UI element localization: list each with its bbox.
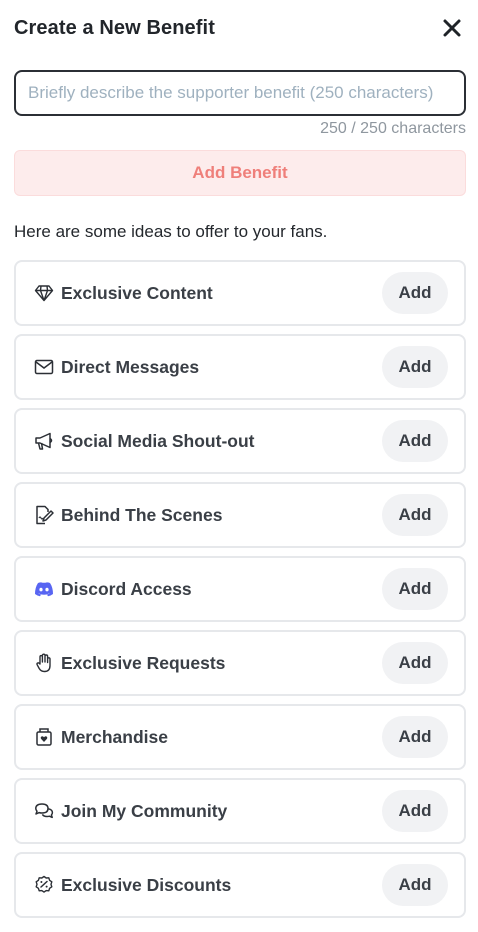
idea-card-behind-the-scenes: Behind The Scenes Add (14, 482, 466, 548)
document-pen-icon (34, 505, 54, 525)
idea-card-join-my-community: Join My Community Add (14, 778, 466, 844)
add-exclusive-content-button[interactable]: Add (382, 272, 448, 314)
add-discord-access-button[interactable]: Add (382, 568, 448, 610)
ideas-intro: Here are some ideas to offer to your fan… (14, 222, 328, 241)
benefit-description-input[interactable] (14, 70, 466, 116)
discord-icon (34, 579, 54, 599)
hand-icon (34, 653, 54, 673)
add-behind-the-scenes-button[interactable]: Add (382, 494, 448, 536)
character-counter: 250 / 250 characters (320, 120, 466, 137)
add-social-media-shout-out-button[interactable]: Add (382, 420, 448, 462)
close-button[interactable] (436, 12, 468, 44)
idea-card-exclusive-discounts: Exclusive Discounts Add (14, 852, 466, 918)
idea-label: Join My Community (61, 800, 228, 821)
idea-card-discord-access: Discord Access Add (14, 556, 466, 622)
megaphone-icon (34, 431, 54, 451)
envelope-icon (34, 357, 54, 377)
add-join-my-community-button[interactable]: Add (382, 790, 448, 832)
discount-badge-icon (34, 875, 54, 895)
idea-label: Discord Access (61, 578, 192, 599)
idea-card-exclusive-requests: Exclusive Requests Add (14, 630, 466, 696)
idea-label: Exclusive Content (61, 282, 213, 303)
idea-label: Direct Messages (61, 356, 200, 377)
idea-card-merchandise: Merchandise Add (14, 704, 466, 770)
idea-label: Merchandise (61, 726, 168, 747)
gift-box-icon (34, 727, 54, 747)
idea-card-direct-messages: Direct Messages Add (14, 334, 466, 400)
ideas-list: Exclusive Content Add Direct Messages Ad… (14, 260, 466, 926)
idea-card-exclusive-content: Exclusive Content Add (14, 260, 466, 326)
modal-header: Create a New Benefit (14, 12, 464, 44)
benefit-description-wrapper (14, 70, 466, 116)
idea-label: Social Media Shout-out (61, 430, 255, 451)
idea-label: Exclusive Requests (61, 652, 226, 673)
add-merchandise-button[interactable]: Add (382, 716, 448, 758)
modal-title: Create a New Benefit (14, 16, 215, 39)
idea-card-social-media-shout-out: Social Media Shout-out Add (14, 408, 466, 474)
diamond-icon (34, 283, 54, 303)
idea-label: Behind The Scenes (61, 504, 223, 525)
close-icon (442, 18, 462, 38)
add-direct-messages-button[interactable]: Add (382, 346, 448, 388)
idea-label: Exclusive Discounts (61, 874, 232, 895)
add-exclusive-discounts-button[interactable]: Add (382, 864, 448, 906)
create-benefit-modal: Create a New Benefit 250 / 250 character… (0, 0, 478, 932)
chat-bubbles-icon (34, 801, 54, 821)
add-exclusive-requests-button[interactable]: Add (382, 642, 448, 684)
add-benefit-button[interactable]: Add Benefit (14, 150, 466, 196)
